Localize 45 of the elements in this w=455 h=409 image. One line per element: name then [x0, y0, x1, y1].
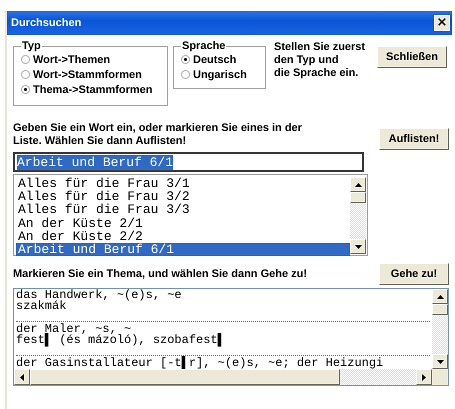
group-label: Typ [21, 40, 42, 52]
scroll-up-button[interactable] [432, 289, 448, 304]
caret-right-icon [422, 374, 426, 380]
list-item[interactable]: Arbeit und Beruf 6/1 [16, 242, 350, 256]
scroll-down-button[interactable] [350, 239, 366, 254]
list-item[interactable]: An der Küste 2/1 [16, 216, 350, 230]
radio-option[interactable]: Thema->Stammformen [21, 82, 163, 97]
goto-button[interactable]: Gehe zu! [379, 263, 449, 285]
hint-text: Stellen Sie zuerst den Typ und die Sprache ein. [274, 41, 366, 80]
radio-option[interactable]: Wort->Themen [21, 52, 163, 67]
list-item[interactable]: An der Küste 2/2 [16, 230, 350, 243]
search-field[interactable]: Arbeit und Beruf 6/1 [13, 152, 364, 172]
caret-down-icon [354, 244, 362, 248]
radio-option[interactable]: Wort->Stammformen [21, 67, 163, 82]
caret-down-icon [436, 360, 444, 364]
horizontal-scrollbar[interactable] [14, 369, 448, 385]
scroll-thumb[interactable] [432, 304, 448, 315]
entry-line: fest▌ (és mázoló), szobafest▌ [16, 335, 226, 346]
radio-option[interactable]: Deutsch [181, 52, 261, 67]
scroll-down-button[interactable] [432, 354, 448, 369]
group-label: Sprache [181, 40, 226, 52]
scroll-thumb[interactable] [30, 369, 340, 385]
list-item[interactable]: Alles für die Frau 3/1 [16, 177, 350, 190]
entry-line: das Handwerk, ~(e)s, ~e [16, 290, 183, 301]
caret-up-icon [354, 182, 362, 186]
list-item[interactable]: Alles für die Frau 3/2 [16, 190, 350, 204]
instruction-text: Markieren Sie ein Thema, und wählen Sie dann Gehe zu! [13, 268, 308, 280]
scrollbar[interactable] [350, 177, 366, 254]
scrollbar-corner [432, 369, 448, 385]
list-item[interactable]: Alles für die Frau 3/3 [16, 203, 350, 217]
caret-up-icon [436, 294, 444, 298]
caret-left-icon [20, 374, 24, 380]
close-button[interactable]: × [434, 15, 450, 31]
entry-line: szakmák [16, 301, 66, 312]
scroll-left-button[interactable] [14, 369, 30, 385]
scroll-thumb[interactable] [350, 192, 366, 203]
scrollbar[interactable] [432, 289, 448, 369]
entry-line: der Gasinstallateur [-t▌r], ~(e)s, ~e; der Heizungi [16, 358, 384, 369]
scroll-right-button[interactable] [416, 369, 432, 385]
instruction-text: Geben Sie ein Wort ein, oder markieren Sie eines in der Liste. Wählen Sie dann Auflisten! [13, 122, 303, 148]
radio-option[interactable]: Ungarisch [181, 67, 261, 82]
close-dialog-button[interactable]: Schließen [377, 46, 447, 68]
scroll-up-button[interactable] [350, 177, 366, 192]
window-title: Durchsuchen [11, 17, 82, 29]
list-button[interactable]: Auflisten! [379, 128, 449, 150]
